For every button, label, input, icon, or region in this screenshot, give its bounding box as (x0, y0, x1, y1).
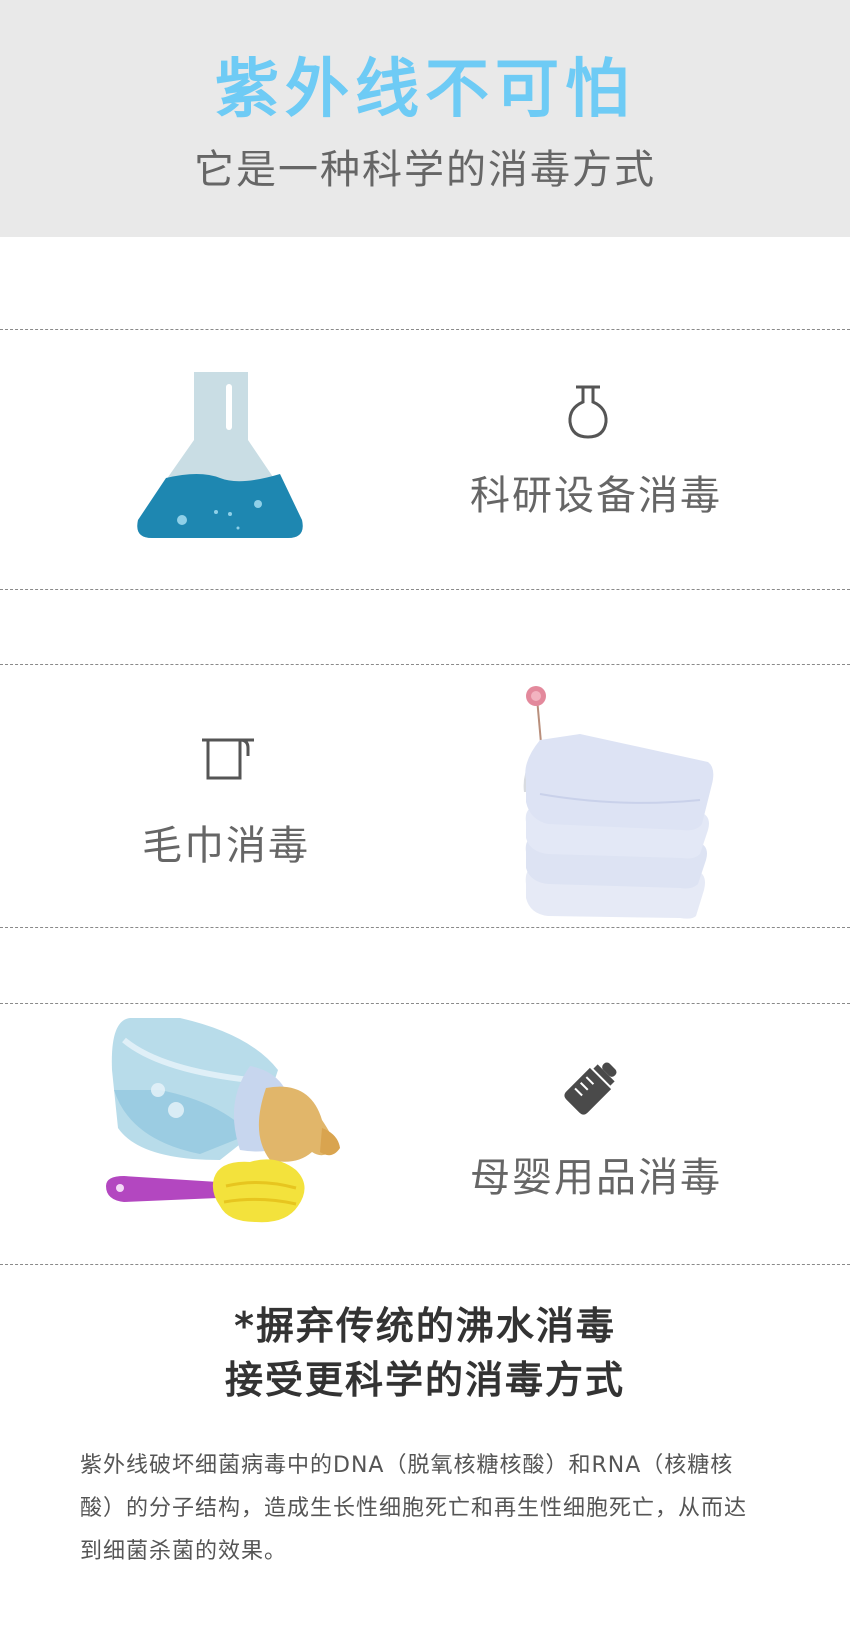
towel-label: 毛巾消毒 (142, 823, 310, 869)
baby-bottle-image (100, 1010, 345, 1255)
page-subtitle: 它是一种科学的消毒方式 (194, 147, 656, 193)
page-title: 紫外线不可怕 (215, 53, 635, 127)
towel-icon (200, 736, 256, 782)
section-divider (0, 1264, 850, 1265)
lab-flask-image (130, 370, 310, 542)
folded-towels-image (520, 684, 720, 924)
section-divider (0, 664, 850, 665)
lab-equipment-label: 科研设备消毒 (470, 473, 722, 519)
baby-bottle-icon (563, 1058, 621, 1116)
header-banner: 紫外线不可怕 它是一种科学的消毒方式 (0, 0, 850, 237)
section-divider (0, 1003, 850, 1004)
section-divider (0, 927, 850, 928)
flask-icon (566, 384, 610, 440)
description-paragraph: 紫外线破坏细菌病毒中的DNA（脱氧核糖核酸）和RNA（核糖核酸）的分子结构，造成… (80, 1453, 748, 1564)
slogan-line-1: *摒弃传统的沸水消毒 (234, 1304, 616, 1348)
baby-products-label: 母婴用品消毒 (470, 1155, 722, 1201)
section-divider (0, 329, 850, 330)
section-divider (0, 589, 850, 590)
slogan-line-2: 接受更科学的消毒方式 (224, 1358, 625, 1402)
